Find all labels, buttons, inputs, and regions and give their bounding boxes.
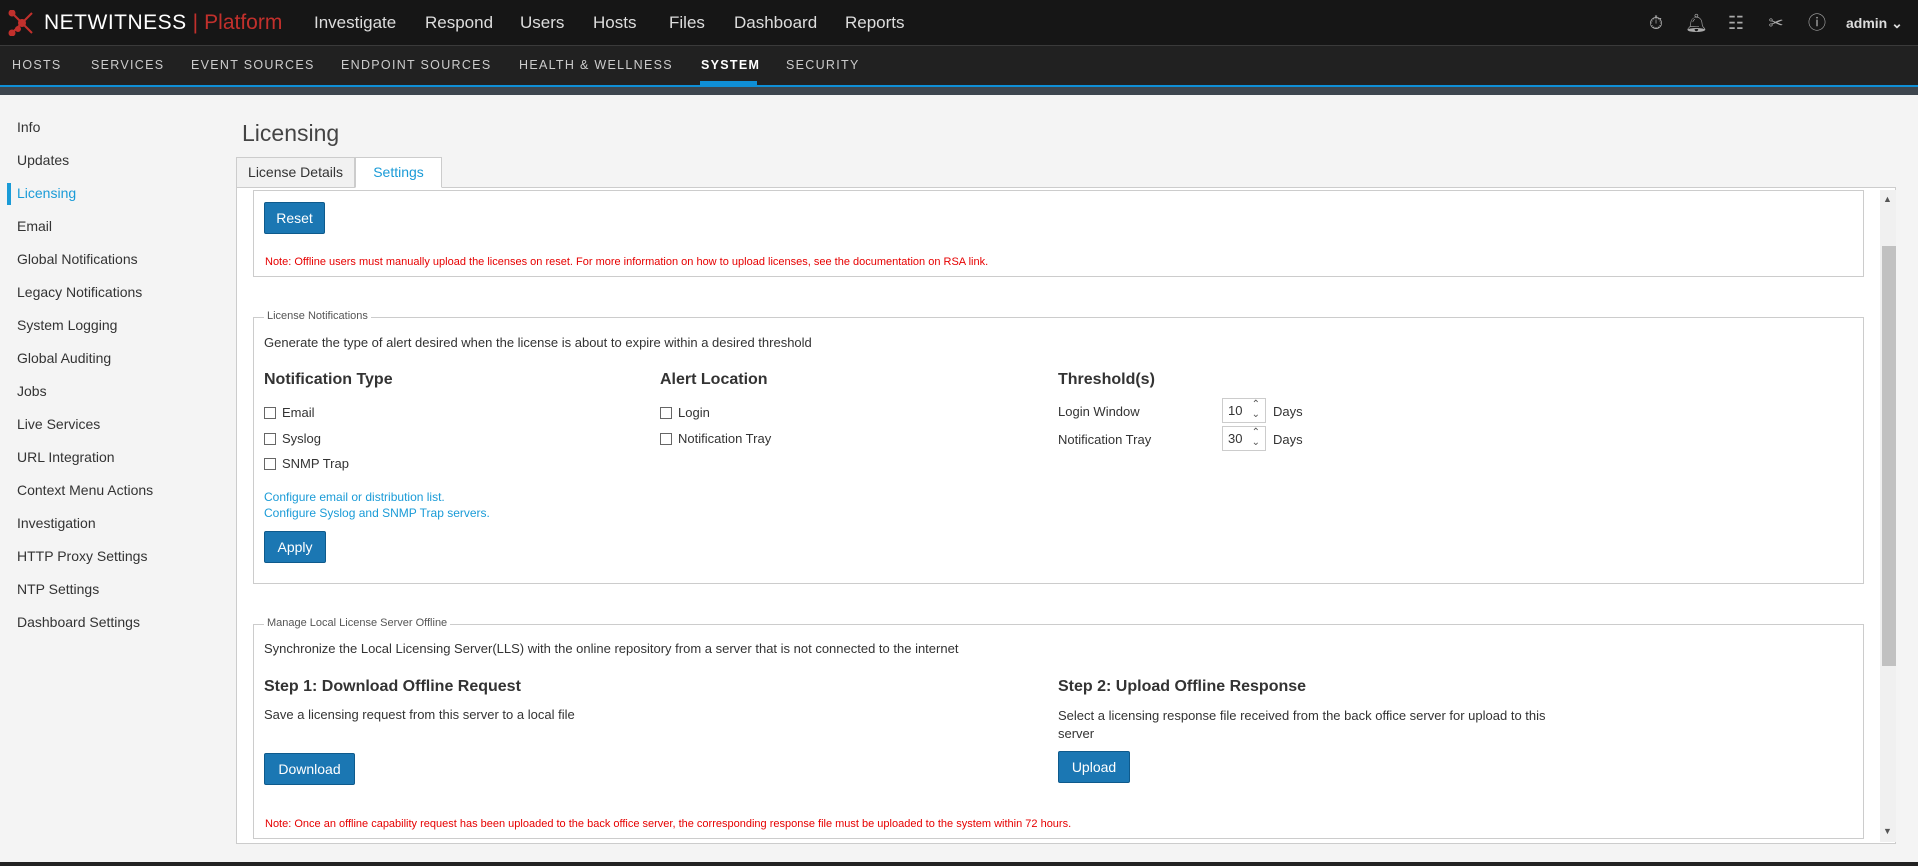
nav-files[interactable]: Files bbox=[669, 13, 705, 33]
download-button[interactable]: Download bbox=[264, 753, 355, 785]
checkbox[interactable] bbox=[264, 457, 276, 470]
sidebar-item-legacy-notifications[interactable]: Legacy Notifications bbox=[17, 284, 142, 300]
top-bar: NETWITNESS | Platform Investigate Respon… bbox=[0, 0, 1918, 46]
sidebar-item-jobs[interactable]: Jobs bbox=[17, 383, 47, 399]
checkbox[interactable] bbox=[264, 406, 276, 419]
sidebar-item-dashboard-settings[interactable]: Dashboard Settings bbox=[17, 614, 140, 630]
subnav-system[interactable]: SYSTEM bbox=[701, 58, 760, 72]
offline-note: Note: Once an offline capability request… bbox=[265, 818, 1072, 830]
sidebar-item-updates[interactable]: Updates bbox=[17, 152, 69, 168]
username: admin bbox=[1846, 15, 1888, 31]
divider bbox=[0, 87, 1918, 95]
reset-note: Note: Offline users must manually upload… bbox=[265, 256, 989, 268]
sub-nav: HOSTS SERVICES EVENT SOURCES ENDPOINT SO… bbox=[0, 46, 1918, 86]
chevron-down-icon: ⌄ bbox=[1891, 15, 1903, 31]
nav-hosts[interactable]: Hosts bbox=[593, 13, 636, 33]
threshold-label: Notification Tray bbox=[1058, 432, 1152, 447]
settings-panel-icon[interactable]: ☷ bbox=[1725, 12, 1747, 34]
tab-settings[interactable]: Settings bbox=[355, 157, 442, 188]
user-menu[interactable]: admin ⌄ bbox=[1846, 15, 1903, 32]
configure-syslog-link[interactable]: Configure Syslog and SNMP Trap servers. bbox=[264, 506, 490, 520]
sidebar-item-licensing[interactable]: Licensing bbox=[17, 185, 76, 201]
threshold-label: Login Window bbox=[1058, 404, 1140, 419]
tools-icon[interactable]: ✂ bbox=[1765, 12, 1787, 34]
stepper-arrows-icon[interactable]: ⌃ ⌄ bbox=[1252, 428, 1260, 448]
subnav-security[interactable]: SECURITY bbox=[786, 58, 860, 72]
checkbox-email[interactable]: Email bbox=[264, 405, 315, 420]
sidebar-item-global-auditing[interactable]: Global Auditing bbox=[17, 350, 111, 366]
sidebar-item-info[interactable]: Info bbox=[17, 119, 40, 135]
subnav-hosts[interactable]: HOSTS bbox=[12, 58, 62, 72]
sidebar-item-email[interactable]: Email bbox=[17, 218, 52, 234]
page-title: Licensing bbox=[242, 120, 340, 146]
stopwatch-icon[interactable]: ⏱ bbox=[1645, 12, 1667, 34]
subnav-services[interactable]: SERVICES bbox=[91, 58, 164, 72]
nav-reports[interactable]: Reports bbox=[845, 13, 905, 33]
step2-description: Select a licensing response file receive… bbox=[1058, 708, 1546, 741]
notifications-description: Generate the type of alert desired when … bbox=[264, 335, 812, 350]
upload-button[interactable]: Upload bbox=[1058, 751, 1130, 783]
offline-description: Synchronize the Local Licensing Server(L… bbox=[264, 641, 959, 656]
checkbox[interactable] bbox=[660, 432, 672, 445]
brand-name: NETWITNESS bbox=[44, 11, 187, 34]
subnav-endpoint-sources[interactable]: ENDPOINT SOURCES bbox=[341, 58, 491, 72]
reset-button[interactable]: Reset bbox=[264, 202, 325, 234]
checkbox-snmp-trap[interactable]: SNMP Trap bbox=[264, 456, 349, 471]
checkbox-notification-tray[interactable]: Notification Tray bbox=[660, 431, 771, 446]
sidebar-item-investigation[interactable]: Investigation bbox=[17, 515, 96, 531]
login-window-stepper[interactable]: 10 ⌃ ⌄ bbox=[1222, 398, 1266, 423]
scrollbar-thumb[interactable] bbox=[1882, 246, 1896, 666]
sidebar-item-context-menu-actions[interactable]: Context Menu Actions bbox=[17, 482, 153, 498]
step1-description: Save a licensing request from this serve… bbox=[264, 707, 575, 722]
fieldset-legend: License Notifications bbox=[264, 310, 371, 322]
checkbox[interactable] bbox=[264, 432, 276, 445]
logo[interactable]: NETWITNESS | Platform bbox=[8, 10, 282, 36]
sidebar-item-global-notifications[interactable]: Global Notifications bbox=[17, 251, 138, 267]
nav-dashboard[interactable]: Dashboard bbox=[734, 13, 817, 33]
divider bbox=[0, 862, 1918, 866]
subnav-health-wellness[interactable]: HEALTH & WELLNESS bbox=[519, 58, 673, 72]
active-sidebar-indicator bbox=[7, 183, 11, 205]
license-notifications-fieldset bbox=[253, 317, 1864, 584]
threshold-unit: Days bbox=[1273, 404, 1303, 419]
subnav-event-sources[interactable]: EVENT SOURCES bbox=[191, 58, 315, 72]
sidebar-item-live-services[interactable]: Live Services bbox=[17, 416, 100, 432]
sidebar-item-url-integration[interactable]: URL Integration bbox=[17, 449, 115, 465]
alert-location-heading: Alert Location bbox=[660, 371, 768, 388]
sidebar-item-ntp-settings[interactable]: NTP Settings bbox=[17, 581, 99, 597]
stepper-arrows-icon[interactable]: ⌃ ⌄ bbox=[1252, 400, 1260, 420]
thresholds-heading: Threshold(s) bbox=[1058, 371, 1155, 388]
scroll-down-icon[interactable]: ▼ bbox=[1883, 826, 1892, 836]
checkbox-login[interactable]: Login bbox=[660, 405, 710, 420]
step2-heading: Step 2: Upload Offline Response bbox=[1058, 678, 1307, 695]
checkbox[interactable] bbox=[660, 406, 672, 419]
netwitness-logo-icon bbox=[8, 10, 33, 36]
notification-type-heading: Notification Type bbox=[264, 371, 393, 388]
tab-license-details[interactable]: License Details bbox=[236, 157, 355, 188]
step1-heading: Step 1: Download Offline Request bbox=[264, 678, 521, 695]
checkbox-syslog[interactable]: Syslog bbox=[264, 431, 321, 446]
nav-investigate[interactable]: Investigate bbox=[314, 13, 396, 33]
scroll-up-icon[interactable]: ▲ bbox=[1883, 194, 1892, 204]
bell-icon[interactable]: 🔔︎ bbox=[1685, 12, 1708, 34]
sidebar-item-http-proxy-settings[interactable]: HTTP Proxy Settings bbox=[17, 548, 147, 564]
nav-users[interactable]: Users bbox=[520, 13, 564, 33]
apply-button[interactable]: Apply bbox=[264, 531, 326, 563]
notification-tray-stepper[interactable]: 30 ⌃ ⌄ bbox=[1222, 426, 1266, 451]
fieldset-legend: Manage Local License Server Offline bbox=[264, 617, 451, 629]
nav-respond[interactable]: Respond bbox=[425, 13, 493, 33]
configure-email-link[interactable]: Configure email or distribution list. bbox=[264, 490, 445, 504]
sidebar-item-system-logging[interactable]: System Logging bbox=[17, 317, 117, 333]
threshold-unit: Days bbox=[1273, 432, 1303, 447]
help-icon[interactable]: ⓘ bbox=[1806, 12, 1828, 34]
brand-product: Platform bbox=[204, 11, 283, 34]
